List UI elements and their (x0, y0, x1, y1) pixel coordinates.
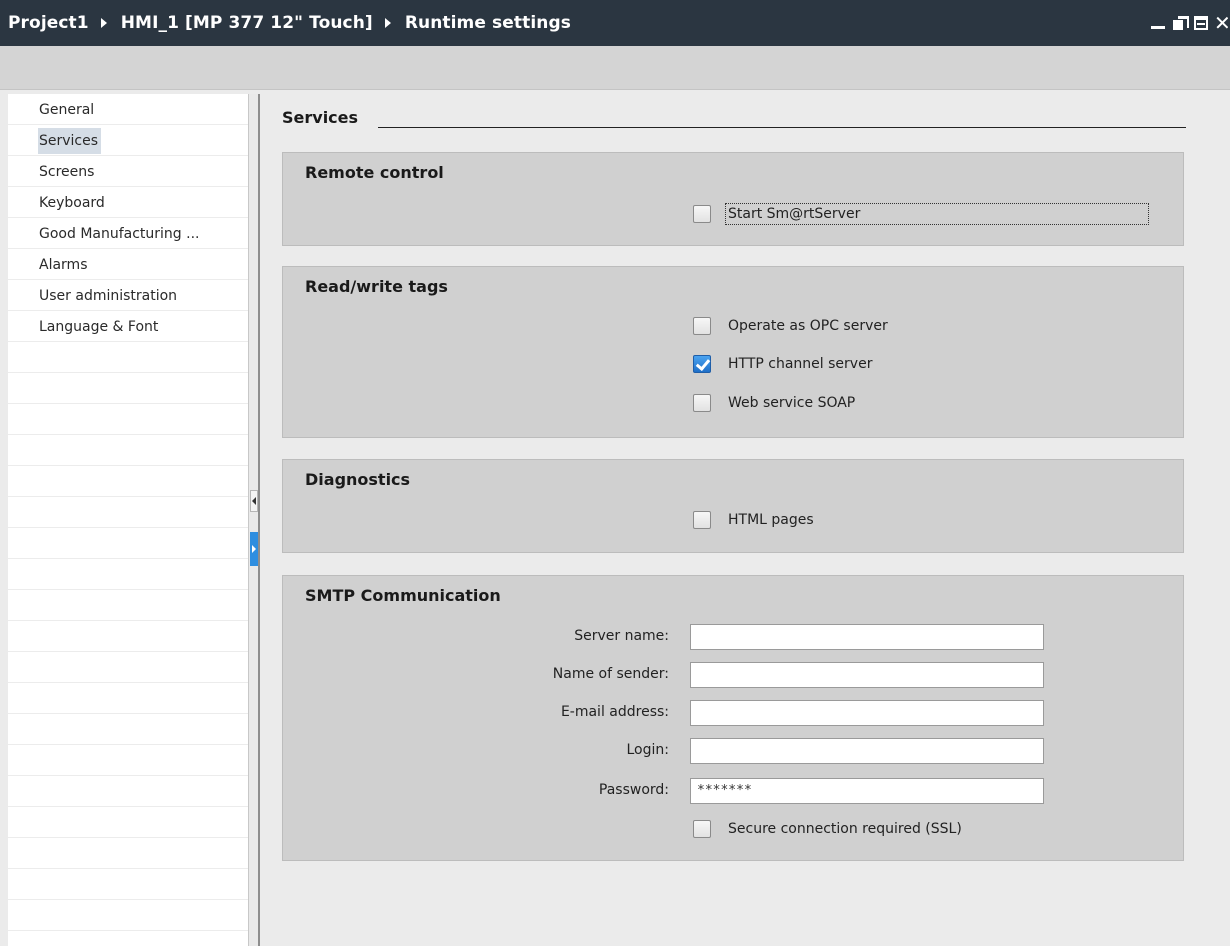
maximize-icon[interactable] (1194, 16, 1208, 30)
nav-row-empty (8, 838, 248, 869)
server-name-input[interactable] (690, 624, 1044, 650)
web-service-soap-option: Web service SOAP (693, 391, 855, 415)
nav-row-empty (8, 683, 248, 714)
nav-row: Keyboard (8, 187, 248, 218)
section-title: Remote control (305, 163, 444, 182)
float-icon[interactable] (1172, 15, 1189, 31)
nav-row-empty (8, 466, 248, 497)
section-title: Read/write tags (305, 277, 448, 296)
section-title: SMTP Communication (305, 586, 501, 605)
email-address-label: E-mail address: (560, 704, 669, 720)
diagnostics-section: Diagnostics HTML pages (282, 459, 1184, 553)
breadcrumb-device[interactable]: HMI_1 [MP 377 12" Touch] (121, 13, 373, 33)
nav-item-keyboard[interactable]: Keyboard (38, 190, 108, 216)
start-smartserver-checkbox[interactable] (693, 205, 711, 223)
remote-control-section: Remote control Start Sm@rtServer (282, 152, 1184, 246)
nav-row-empty (8, 404, 248, 435)
nav-item-good-manufacturing[interactable]: Good Manufacturing ... (38, 221, 203, 247)
nav-row-empty (8, 900, 248, 931)
sender-name-input[interactable] (690, 662, 1044, 688)
nav-item-general[interactable]: General (38, 97, 97, 123)
nav-row-empty (8, 528, 248, 559)
nav-item-user-administration[interactable]: User administration (38, 283, 180, 309)
nav-row-empty (8, 776, 248, 807)
smtp-communication-section: SMTP Communication Server name: Name of … (282, 575, 1184, 861)
login-input[interactable] (690, 738, 1044, 764)
login-row: Login: (283, 738, 1185, 764)
nav-row-empty (8, 590, 248, 621)
opc-server-option: Operate as OPC server (693, 314, 888, 338)
opc-server-label[interactable]: Operate as OPC server (728, 318, 888, 334)
nav-item-screens[interactable]: Screens (38, 159, 97, 185)
server-name-row: Server name: (283, 624, 1185, 650)
nav-row: Good Manufacturing ... (8, 218, 248, 249)
nav-row: Language & Font (8, 311, 248, 342)
web-service-soap-label[interactable]: Web service SOAP (728, 395, 855, 411)
section-title: Diagnostics (305, 470, 411, 489)
nav-item-alarms[interactable]: Alarms (38, 252, 91, 278)
breadcrumb-project[interactable]: Project1 (8, 13, 89, 33)
nav-row: Services (8, 125, 248, 156)
nav-row: User administration (8, 280, 248, 311)
opc-server-checkbox[interactable] (693, 317, 711, 335)
page-title: Services (282, 108, 359, 127)
html-pages-option: HTML pages (693, 508, 814, 532)
nav-item-services[interactable]: Services (38, 128, 102, 154)
html-pages-label[interactable]: HTML pages (728, 512, 814, 528)
nav-item-language-font[interactable]: Language & Font (38, 314, 161, 340)
expand-right-icon[interactable] (250, 532, 258, 566)
start-smartserver-option: Start Sm@rtServer (693, 202, 1150, 226)
breadcrumb-runtime-settings[interactable]: Runtime settings (405, 13, 571, 33)
minimize-icon[interactable] (1150, 15, 1166, 31)
settings-navigation: General Services Screens Keyboard Good M… (8, 94, 248, 946)
sender-name-row: Name of sender: (283, 662, 1185, 688)
ssl-checkbox[interactable] (693, 820, 711, 838)
title-divider (378, 127, 1186, 128)
password-row: Password: ******* (283, 778, 1185, 804)
close-icon[interactable]: ✕ (1214, 15, 1228, 31)
window-controls: ✕ (1150, 0, 1230, 46)
nav-row: Screens (8, 156, 248, 187)
nav-row-empty (8, 497, 248, 528)
nav-row-empty (8, 652, 248, 683)
ssl-option: Secure connection required (SSL) (693, 817, 962, 841)
nav-row-empty (8, 559, 248, 590)
start-smartserver-label[interactable]: Start Sm@rtServer (724, 203, 1150, 225)
sender-name-label: Name of sender: (552, 666, 669, 682)
toolbar (0, 46, 1230, 90)
email-address-row: E-mail address: (283, 700, 1185, 726)
nav-row-empty (8, 714, 248, 745)
password-input[interactable]: ******* (690, 778, 1044, 804)
panel-splitter[interactable] (248, 94, 260, 946)
server-name-label: Server name: (574, 628, 669, 644)
breadcrumb-arrow-icon (384, 18, 391, 28)
html-pages-checkbox[interactable] (693, 511, 711, 529)
nav-row: General (8, 94, 248, 125)
email-address-input[interactable] (690, 700, 1044, 726)
nav-row-empty (8, 342, 248, 373)
nav-row-empty (8, 621, 248, 652)
nav-row-empty (8, 745, 248, 776)
read-write-tags-section: Read/write tags Operate as OPC server HT… (282, 266, 1184, 438)
nav-row-empty (8, 435, 248, 466)
ssl-label[interactable]: Secure connection required (SSL) (728, 821, 962, 837)
http-channel-checkbox[interactable] (693, 355, 711, 373)
nav-row-empty (8, 869, 248, 900)
breadcrumb-arrow-icon (100, 18, 107, 28)
collapse-left-icon[interactable] (250, 490, 258, 512)
web-service-soap-checkbox[interactable] (693, 394, 711, 412)
http-channel-option: HTTP channel server (693, 352, 872, 376)
editor-title-bar: Project1 HMI_1 [MP 377 12" Touch] Runtim… (0, 0, 1230, 46)
nav-row-empty (8, 807, 248, 838)
nav-row-empty (8, 373, 248, 404)
nav-row: Alarms (8, 249, 248, 280)
http-channel-label[interactable]: HTTP channel server (728, 356, 872, 372)
login-label: Login: (626, 742, 670, 758)
password-label: Password: (598, 782, 669, 798)
